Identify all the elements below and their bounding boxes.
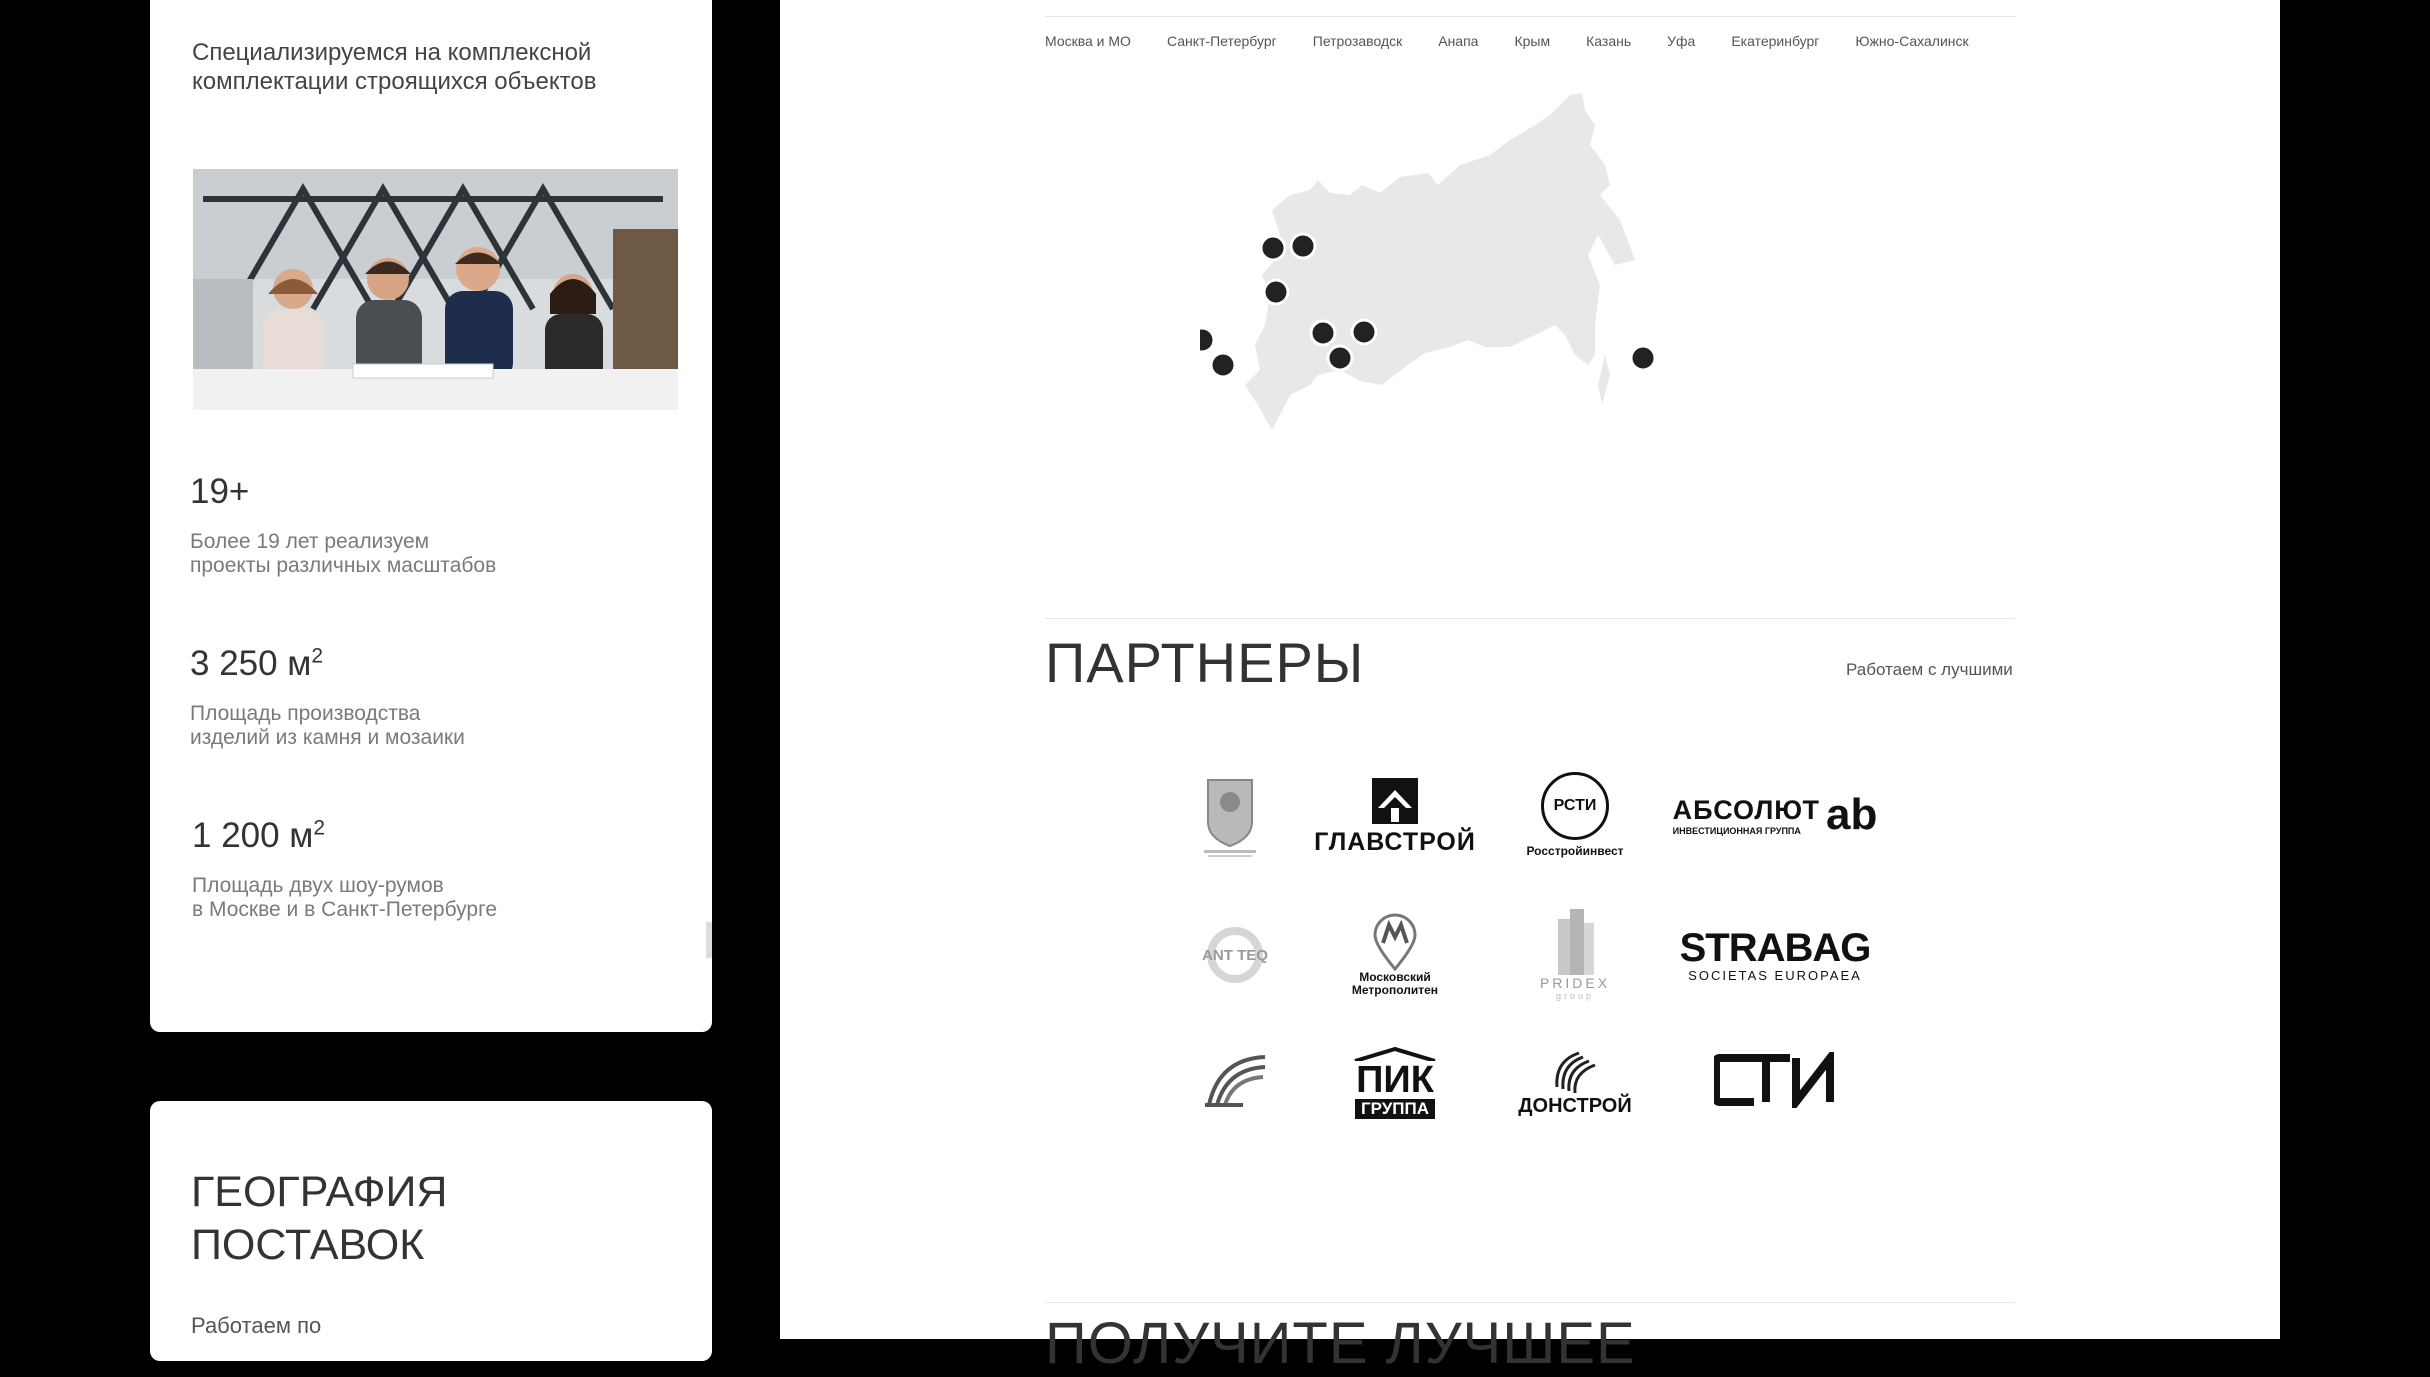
marker-ekaterinburg: [1350, 318, 1378, 346]
city-petrozavodsk[interactable]: Петрозаводск: [1313, 33, 1402, 49]
logo-moscow-metro: Московский Метрополитен: [1320, 905, 1470, 1005]
logo-rzd: [1190, 1045, 1280, 1115]
marker-ufa: [1326, 344, 1354, 372]
marker-saint-petersburg: [1289, 232, 1317, 260]
stat-production-area-desc: Площадь производства изделий из камня и …: [190, 702, 465, 749]
team-photo: [193, 169, 678, 410]
logo-pravitelstvo-mo: [1195, 770, 1265, 860]
logo-rosstroyinvest: РСТИ Росстройинвест: [1515, 770, 1635, 860]
city-anapa[interactable]: Анапа: [1438, 33, 1478, 49]
city-crimea[interactable]: Крым: [1514, 33, 1550, 49]
scrollbar-thumb[interactable]: [706, 922, 712, 958]
russia-map: [1200, 93, 1657, 430]
logo-pridex: PRIDEX group: [1520, 905, 1630, 1005]
geography-card: ГЕОГРАФИЯ ПОСТАВОК Работаем по: [150, 1101, 712, 1361]
marker-moscow: [1262, 278, 1290, 306]
stat-years-value: 19+: [190, 472, 250, 511]
geography-text: Работаем по: [191, 1313, 322, 1338]
city-moscow[interactable]: Москва и МО: [1045, 33, 1131, 49]
stat-production-area-value: 3 250 м2: [190, 644, 324, 683]
stat-showroom-area-value: 1 200 м2: [192, 816, 326, 855]
about-intro: Специализируемся на комплексной комплект…: [192, 39, 597, 95]
marker-crimea: [1200, 326, 1216, 354]
logo-ant-teq: ANT TEQ: [1185, 915, 1285, 995]
partners-title: ПАРТНЕРЫ: [1045, 631, 1365, 694]
city-saint-petersburg[interactable]: Санкт-Петербург: [1167, 33, 1277, 49]
city-yuzhno-sakhalinsk[interactable]: Южно-Сахалинск: [1855, 33, 1968, 49]
marker-anapa: [1209, 351, 1237, 379]
logo-absolut: АБСОЛЮТ ИНВЕСТИЦИОННАЯ ГРУППА аb: [1672, 790, 1878, 839]
logo-pik: ПИК ГРУППА: [1335, 1040, 1455, 1125]
cta-title: ПОЛУЧИТЕ ЛУЧШЕЕ: [1045, 1311, 1636, 1376]
marker-petrozavodsk: [1259, 234, 1287, 262]
city-kazan[interactable]: Казань: [1586, 33, 1631, 49]
city-list: Москва и МО Санкт-Петербург Петрозаводск…: [1045, 33, 2005, 49]
logo-glavstroy: ГЛАВСТРОЙ: [1310, 772, 1480, 862]
divider: [1045, 618, 2015, 619]
main-content: Москва и МО Санкт-Петербург Петрозаводск…: [780, 0, 2280, 1376]
geography-title: ГЕОГРАФИЯ ПОСТАВОК: [191, 1168, 448, 1269]
stat-showroom-area-desc: Площадь двух шоу-румов в Москве и в Санк…: [192, 874, 497, 921]
logo-strabag: STRABAG SOCIETAS EUROPAEA: [1679, 925, 1872, 983]
city-ekaterinburg[interactable]: Екатеринбург: [1731, 33, 1819, 49]
logo-donstroy: ДОНСТРОЙ: [1515, 1040, 1635, 1125]
about-card: Специализируемся на комплексной комплект…: [150, 0, 712, 1032]
divider: [1045, 16, 2015, 17]
divider: [1045, 1302, 2015, 1303]
city-ufa[interactable]: Уфа: [1667, 33, 1695, 49]
marker-kazan: [1309, 319, 1337, 347]
marker-yuzhno-sakhalinsk: [1629, 344, 1657, 372]
stat-years-desc: Более 19 лет реализуем проекты различных…: [190, 530, 497, 577]
partners-subtitle: Работаем с лучшими: [1846, 660, 2013, 679]
logo-sti: [1695, 1045, 1855, 1115]
